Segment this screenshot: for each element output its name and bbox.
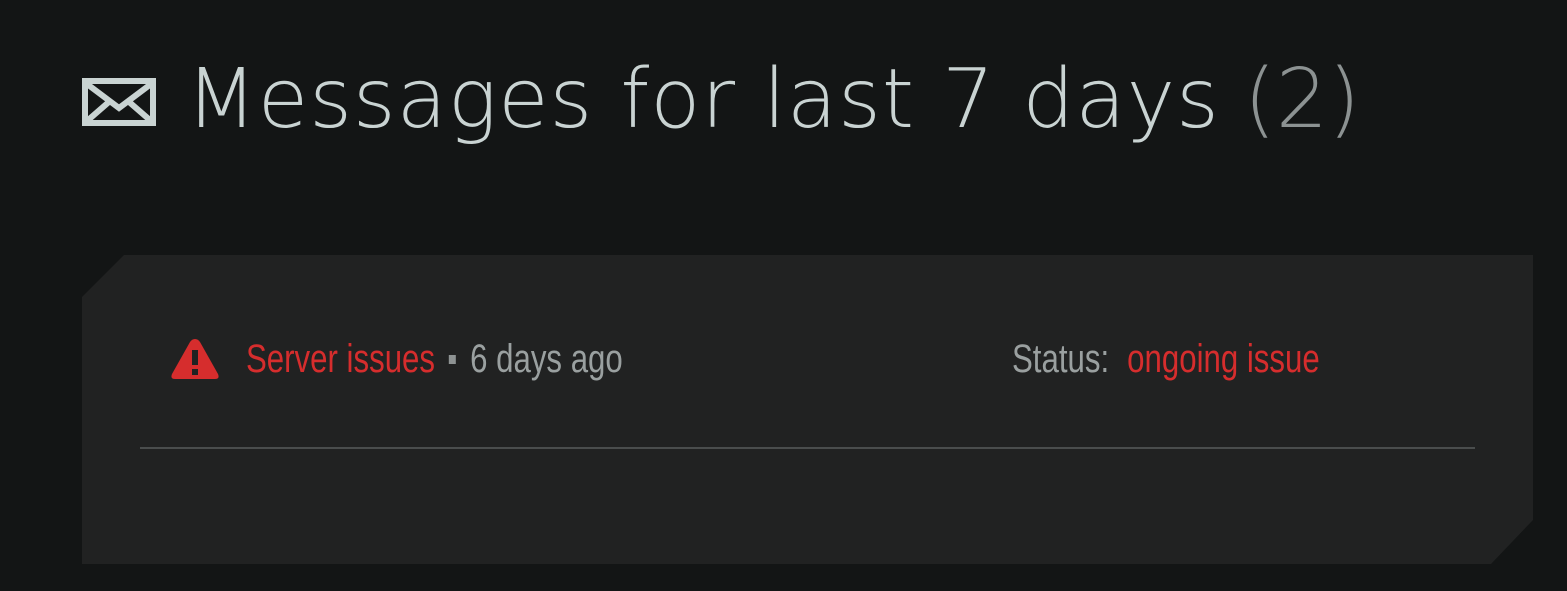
message-status: Status: ongoing issue <box>1012 329 1407 389</box>
message-age: 6 days ago <box>470 336 623 381</box>
message-count: (2) <box>1243 52 1361 147</box>
message-subject[interactable]: Server issues <box>246 337 435 382</box>
page-heading: Messages for last 7 days (2) <box>82 52 1360 148</box>
warning-icon <box>171 339 219 379</box>
status-label: Status: <box>1012 336 1110 381</box>
status-value: ongoing issue <box>1127 336 1320 381</box>
message-card: Server issues 6 days ago Status: ongoing… <box>82 255 1533 564</box>
divider <box>140 447 1475 449</box>
page-title: Messages for last 7 days <box>186 52 1220 147</box>
separator-dot <box>449 354 457 364</box>
envelope-icon <box>82 78 156 126</box>
